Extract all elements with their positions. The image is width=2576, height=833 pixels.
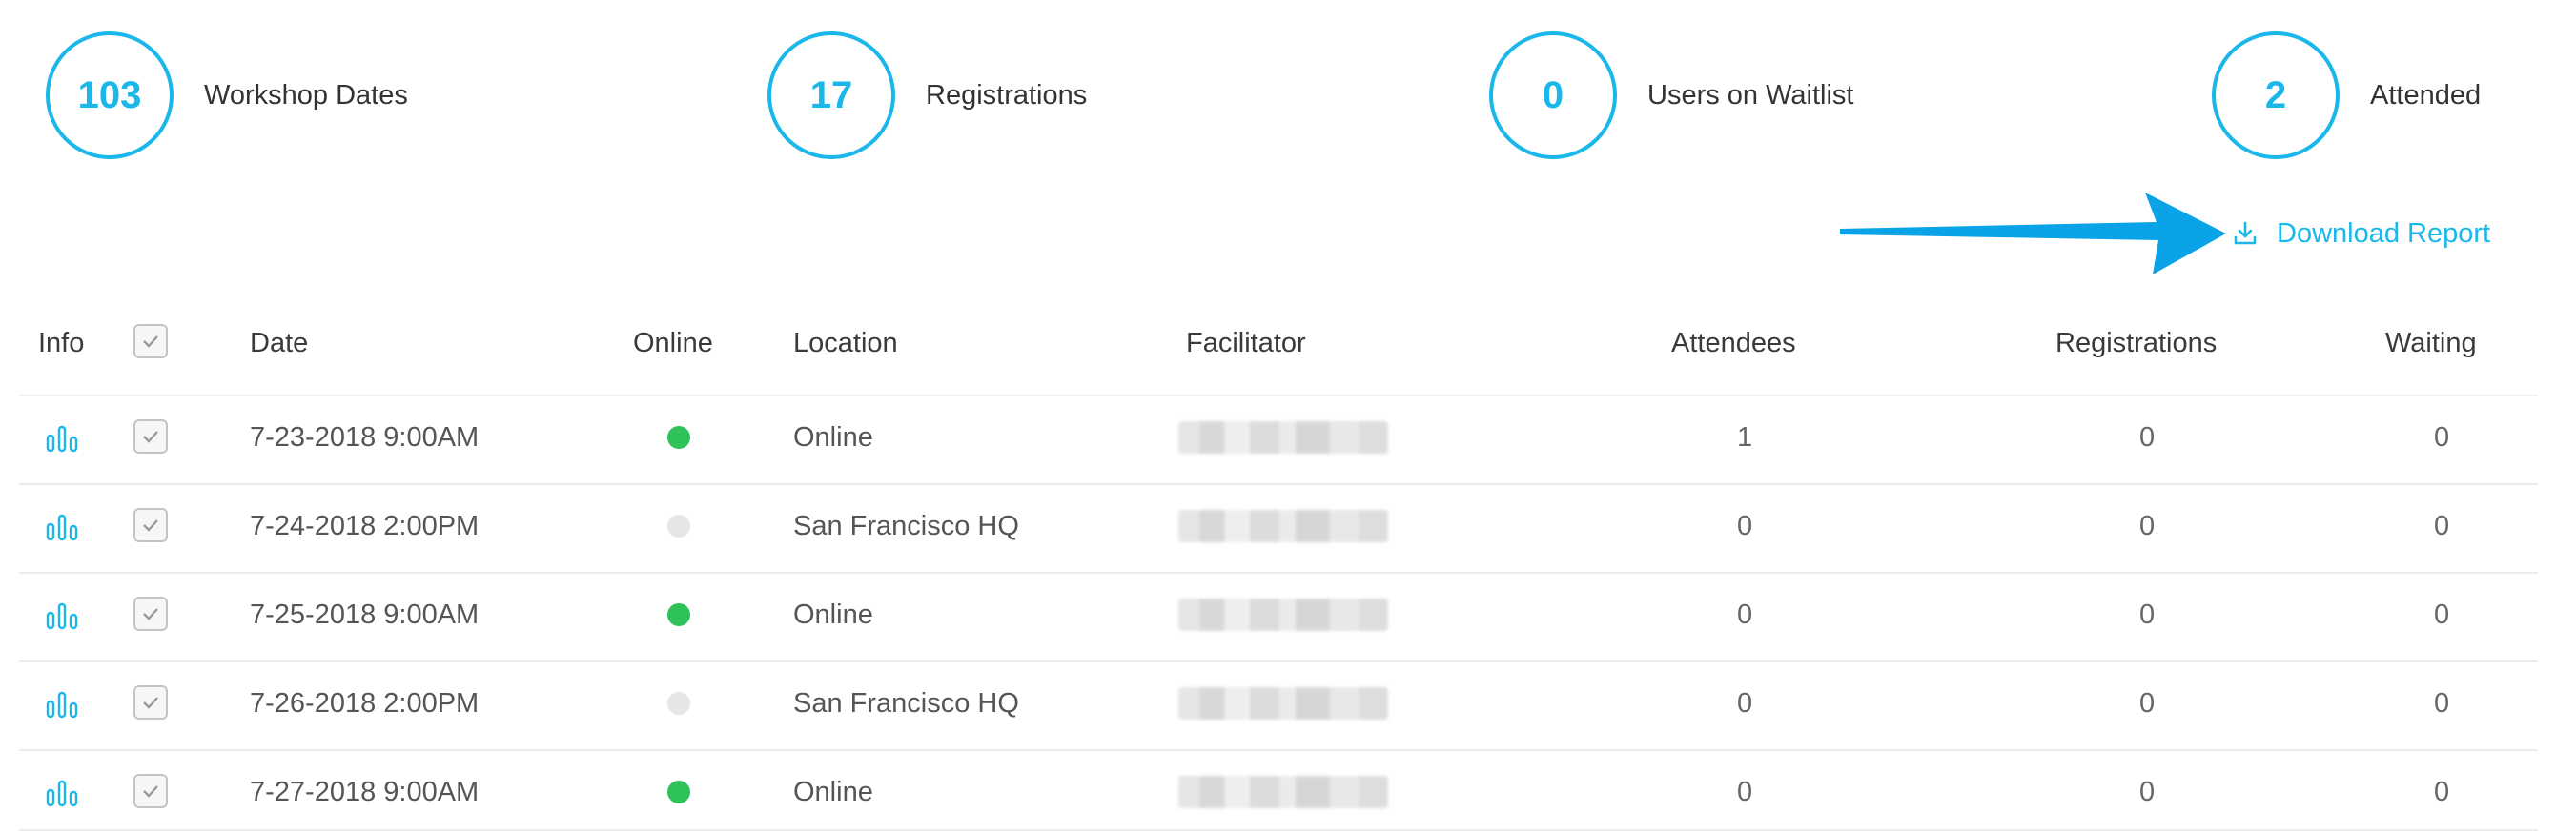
header-date: Date <box>250 328 309 358</box>
cell-date: 7-24-2018 2:00PM <box>250 511 480 541</box>
download-report-link[interactable]: Download Report <box>2231 213 2490 254</box>
bar-chart-icon[interactable] <box>46 690 78 719</box>
check-icon <box>143 519 158 532</box>
bar-chart-icon[interactable] <box>46 424 78 453</box>
bar-chart-icon[interactable] <box>46 601 78 630</box>
row-checkbox[interactable] <box>133 419 168 454</box>
stat-attended: 2 Attended <box>2212 29 2481 162</box>
cell-date: 7-26-2018 2:00PM <box>250 688 480 719</box>
online-status-dot <box>667 692 690 715</box>
stat-label: Attended <box>2370 79 2482 111</box>
cell-location: Online <box>793 777 873 807</box>
header-location: Location <box>793 328 898 358</box>
cell-date: 7-23-2018 9:00AM <box>250 422 480 453</box>
online-status-dot <box>667 426 690 449</box>
row-checkbox[interactable] <box>133 597 168 631</box>
cell-date: 7-27-2018 9:00AM <box>250 777 480 807</box>
row-divider <box>19 572 2538 574</box>
row-checkbox[interactable] <box>133 774 168 808</box>
stat-label: Registrations <box>926 79 1088 111</box>
header-waiting: Waiting <box>2385 328 2477 358</box>
online-status-dot <box>667 515 690 538</box>
row-divider <box>19 829 2538 831</box>
header-attendees: Attendees <box>1671 328 1796 358</box>
header-info: Info <box>38 328 85 358</box>
row-checkbox[interactable] <box>133 508 168 542</box>
stat-value-circle: 17 <box>767 31 895 159</box>
cell-attendees: 0 <box>1737 777 1753 807</box>
cell-registrations: 0 <box>2139 599 2156 630</box>
facilitator-redacted <box>1178 599 1388 631</box>
cell-location: San Francisco HQ <box>793 511 1019 541</box>
stat-label: Workshop Dates <box>204 79 408 111</box>
stat-workshop-dates: 103 Workshop Dates <box>46 29 408 162</box>
stat-value-circle: 0 <box>1489 31 1617 159</box>
stat-registrations: 17 Registrations <box>767 29 1087 162</box>
cell-location: Online <box>793 422 873 453</box>
select-all-checkbox[interactable] <box>133 324 168 358</box>
check-icon <box>143 785 158 798</box>
row-divider <box>19 395 2538 396</box>
header-registrations: Registrations <box>2055 328 2218 358</box>
cell-waiting: 0 <box>2434 777 2450 807</box>
row-divider <box>19 749 2538 751</box>
stat-value-circle: 2 <box>2212 31 2340 159</box>
cell-waiting: 0 <box>2434 688 2450 719</box>
stat-users-on-waitlist: 0 Users on Waitlist <box>1489 29 1853 162</box>
header-facilitator: Facilitator <box>1186 328 1306 358</box>
download-report-label: Download Report <box>2277 217 2491 249</box>
facilitator-redacted <box>1178 510 1388 542</box>
check-icon <box>143 431 158 443</box>
header-online: Online <box>633 328 713 358</box>
cell-attendees: 0 <box>1737 599 1753 630</box>
cell-location: Online <box>793 599 873 630</box>
bar-chart-icon[interactable] <box>46 779 78 807</box>
cell-waiting: 0 <box>2434 422 2450 453</box>
cell-registrations: 0 <box>2139 511 2156 541</box>
cell-registrations: 0 <box>2139 688 2156 719</box>
check-icon <box>143 697 158 709</box>
cell-attendees: 0 <box>1737 688 1753 719</box>
row-divider <box>19 483 2538 485</box>
facilitator-redacted <box>1178 421 1388 454</box>
cell-attendees: 1 <box>1737 422 1753 453</box>
stat-value-circle: 103 <box>46 31 174 159</box>
cell-registrations: 0 <box>2139 422 2156 453</box>
facilitator-redacted <box>1178 687 1388 720</box>
row-checkbox[interactable] <box>133 685 168 720</box>
cell-waiting: 0 <box>2434 511 2450 541</box>
bar-chart-icon[interactable] <box>46 513 78 541</box>
cell-waiting: 0 <box>2434 599 2450 630</box>
check-icon <box>143 335 158 348</box>
stat-label: Users on Waitlist <box>1647 79 1854 111</box>
online-status-dot <box>667 603 690 626</box>
online-status-dot <box>667 781 690 803</box>
check-icon <box>143 608 158 620</box>
row-divider <box>19 660 2538 662</box>
cell-date: 7-25-2018 9:00AM <box>250 599 480 630</box>
cell-attendees: 0 <box>1737 511 1753 541</box>
download-icon <box>2234 221 2257 245</box>
cell-location: San Francisco HQ <box>793 688 1019 719</box>
cell-registrations: 0 <box>2139 777 2156 807</box>
facilitator-redacted <box>1178 776 1388 808</box>
